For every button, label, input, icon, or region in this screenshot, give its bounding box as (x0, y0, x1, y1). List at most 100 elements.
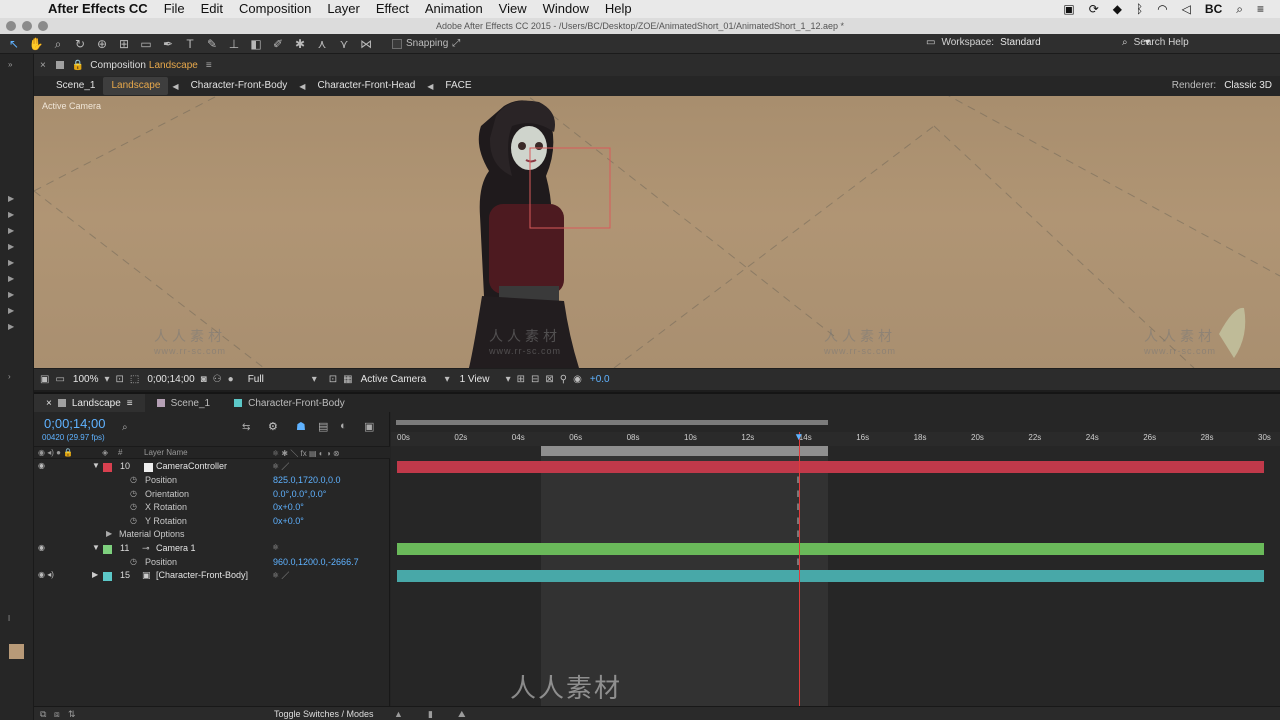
property-row[interactable]: ◷ X Rotation 0x+0.0° (34, 502, 390, 515)
monitor-icon[interactable]: ▭ (55, 374, 64, 385)
puppet-tool-icon[interactable]: ✱ (292, 37, 308, 51)
timeline-timecode[interactable]: 0;00;14;00 (44, 416, 105, 431)
roto-tool-icon[interactable]: ✐ (270, 37, 286, 51)
snapshot-icon[interactable]: ◙ (201, 374, 207, 385)
time-ruler[interactable]: 00s 02s 04s 06s 08s 10s 12s 14s 16s 18s 20s 22s 24s 2… (391, 432, 1280, 446)
panel-arrow-icon[interactable]: › (8, 372, 11, 381)
minimize-window-button[interactable] (22, 21, 32, 31)
camera-view-dropdown[interactable]: Active Camera (361, 374, 439, 385)
workspace-icon[interactable]: ▭ (926, 37, 935, 48)
color-swatch[interactable] (9, 644, 24, 659)
close-icon[interactable]: × (40, 60, 46, 71)
panel-arrow-icon[interactable]: ▶ (8, 210, 14, 219)
pen-tool-icon[interactable]: ✒ (160, 37, 176, 51)
tab-scene-1[interactable]: Scene_1 (145, 394, 222, 412)
property-row[interactable]: ◷ Y Rotation 0x+0.0° (34, 516, 390, 529)
layer-switches[interactable]: ⚛ (272, 543, 279, 552)
property-value[interactable]: 0x+0.0° (273, 502, 304, 512)
current-time-indicator[interactable] (798, 432, 800, 720)
camera-tool-icon[interactable]: ⊕ (94, 37, 110, 51)
menu-layer[interactable]: Layer (319, 0, 368, 18)
sync-icon[interactable]: ⟳ (1089, 2, 1099, 16)
stopwatch-icon[interactable]: ◷ (130, 489, 137, 498)
user-initials[interactable]: BC (1205, 2, 1222, 16)
breadcrumb-character-front-head[interactable]: Character-Front-Head (309, 77, 423, 95)
brush-tool-icon[interactable]: ✎ (204, 37, 220, 51)
zoom-out-icon[interactable]: ▲ (394, 709, 403, 719)
property-value[interactable]: 960.0,1200.0,-2666.7 (273, 557, 359, 567)
selection-tool-icon[interactable]: ↖ (6, 37, 22, 51)
expand-timing-icon[interactable]: ⇅ (68, 709, 76, 720)
menu-animation[interactable]: Animation (417, 0, 491, 18)
layer-row[interactable]: ◉ ▼ 10 CameraController ⚛ ／ (34, 461, 390, 474)
property-row[interactable]: ◷ Position 960.0,1200.0,-2666.7 (34, 557, 390, 570)
layer-name[interactable]: [Character-Front-Body] (156, 570, 248, 580)
renderer-info[interactable]: Renderer: Classic 3D (1172, 80, 1272, 91)
region-of-interest-icon[interactable]: ⊡ (329, 374, 337, 385)
view-layout-dropdown[interactable]: 1 View (460, 374, 500, 385)
frame-blending-icon[interactable]: ▤ (318, 420, 328, 433)
layer-bar-character-front-body[interactable] (397, 570, 1264, 582)
twirl-open-icon[interactable]: ▼ (92, 543, 100, 552)
align-x-icon[interactable]: ⋏ (314, 37, 330, 51)
safe-margins-icon[interactable]: ⊡ (116, 374, 124, 385)
tab-landscape[interactable]: × Landscape ≡ (34, 394, 145, 412)
exposure-value[interactable]: +0.0 (590, 374, 610, 385)
stopwatch-icon[interactable]: ◷ (130, 557, 137, 566)
property-row[interactable]: ◷ Orientation 0.0°,0.0°,0.0° (34, 489, 390, 502)
rotate-tool-icon[interactable]: ↻ (72, 37, 88, 51)
shy-layers-icon[interactable]: ☗ (296, 420, 306, 433)
panel-menu-icon[interactable]: ≡ (127, 398, 133, 409)
menu-help[interactable]: Help (597, 0, 640, 18)
keyframe-icon[interactable]: I (797, 516, 803, 526)
zoom-window-button[interactable] (38, 21, 48, 31)
keyframe-icon[interactable]: I (797, 475, 803, 485)
keyframe-icon[interactable]: I (797, 557, 803, 567)
channel-icon[interactable]: ● (228, 374, 234, 385)
bluetooth-icon[interactable]: ᛒ (1136, 2, 1143, 16)
align-z-icon[interactable]: ⋈ (358, 37, 374, 51)
layer-bar-camera-1[interactable] (397, 543, 1264, 555)
chevron-down-icon[interactable]: ▾ (506, 374, 511, 385)
current-time-display[interactable]: 0;00;14;00 (147, 374, 194, 385)
tab-character-front-body[interactable]: Character-Front-Body (222, 394, 357, 412)
volume-icon[interactable]: ◁ (1182, 2, 1191, 16)
panel-arrow-icon[interactable]: ▶ (8, 290, 14, 299)
zoom-tool-icon[interactable]: ⌕ (50, 37, 66, 51)
property-row[interactable]: ◷ Position 825.0,1720.0,0.0 (34, 475, 390, 488)
panel-info-icon[interactable]: ǀ (8, 614, 10, 623)
column-layer-name[interactable]: Layer Name (144, 448, 188, 457)
breadcrumb-face[interactable]: FACE (437, 77, 479, 95)
time-navigator-bar[interactable] (396, 420, 828, 425)
stopwatch-icon[interactable]: ◷ (130, 475, 137, 484)
stopwatch-icon[interactable]: ◷ (130, 516, 137, 525)
panel-arrow-icon[interactable]: ▶ (8, 242, 14, 251)
close-icon[interactable]: × (46, 398, 52, 409)
playhead-icon[interactable]: ▼ (794, 432, 805, 443)
keyframe-icon[interactable]: I (797, 489, 803, 499)
layer-row[interactable]: ◉ ▼ 11 ⊸ Camera 1 ⚛ (34, 543, 390, 556)
expand-layer-switches-icon[interactable]: ⧉ (40, 709, 46, 720)
flowchart-icon[interactable]: ⚲ (560, 374, 567, 385)
layer-label-color[interactable] (103, 463, 112, 472)
composition-name[interactable]: Landscape (149, 60, 198, 71)
menu-effect[interactable]: Effect (368, 0, 417, 18)
layer-label-color[interactable] (103, 572, 112, 581)
search-help[interactable]: ⌕ Search Help (1122, 37, 1189, 48)
toggle-switches-modes[interactable]: Toggle Switches / Modes (274, 709, 374, 719)
zoom-in-icon[interactable]: ⛰ (458, 709, 466, 720)
apple-icon[interactable] (16, 2, 30, 16)
snapping-checkbox[interactable] (392, 38, 402, 49)
keyframe-icon[interactable]: I (797, 529, 803, 539)
clone-tool-icon[interactable]: ⊥ (226, 37, 242, 51)
draft-3d-icon[interactable]: ⚙ (268, 420, 278, 433)
twirl-closed-icon[interactable]: ▶ (106, 529, 112, 538)
timeline-icon[interactable]: ⊠ (545, 374, 553, 385)
type-tool-icon[interactable]: T (182, 37, 198, 51)
menu-window[interactable]: Window (535, 0, 597, 18)
breadcrumb-scene-1[interactable]: Scene_1 (48, 77, 103, 95)
always-preview-icon[interactable]: ▣ (40, 374, 49, 385)
chevron-down-icon[interactable]: ▾ (104, 374, 109, 385)
close-window-button[interactable] (6, 21, 16, 31)
wifi-icon[interactable]: ◠ (1157, 2, 1167, 16)
